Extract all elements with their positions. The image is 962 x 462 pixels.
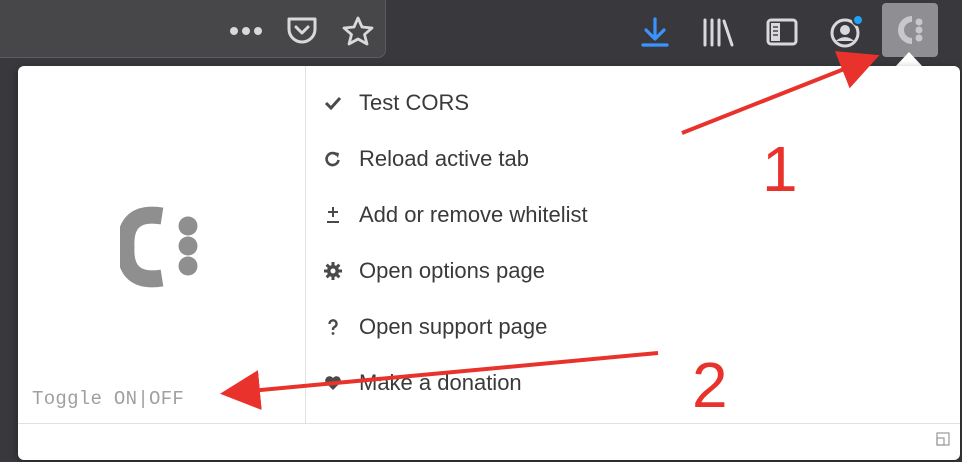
plus-minus-icon [324, 206, 342, 224]
toggle-on-off-label[interactable]: Toggle ON|OFF [32, 388, 184, 410]
popup-footer [18, 423, 960, 461]
menu-item-open-options-page[interactable]: Open options page [306, 251, 545, 291]
page-actions-icon[interactable] [228, 16, 264, 46]
question-icon [324, 319, 342, 335]
menu-item-label: Open options page [359, 258, 545, 283]
cors-logo-icon [117, 206, 198, 288]
menu-item-label: Test CORS [359, 90, 470, 115]
annotation-number-1: 1 [762, 133, 798, 205]
bookmark-star-icon[interactable] [338, 12, 378, 50]
sidebar-icon[interactable] [762, 12, 802, 52]
heart-icon [324, 375, 342, 391]
account-icon[interactable] [826, 12, 866, 52]
pocket-icon[interactable] [282, 13, 322, 49]
reload-icon [324, 151, 342, 167]
notification-badge [852, 14, 864, 26]
menu-item-open-support-page[interactable]: Open support page [306, 307, 547, 347]
menu-item-make-donation[interactable]: Make a donation [306, 363, 522, 403]
cors-extension-icon [898, 16, 923, 44]
extension-popup: Toggle ON|OFF Test CORS Reload active ta… [18, 66, 960, 460]
annotation-number-2: 2 [692, 349, 728, 421]
menu-item-label: Reload active tab [359, 146, 529, 171]
gear-icon [324, 262, 342, 280]
downloads-icon[interactable] [635, 12, 675, 52]
check-icon [324, 96, 342, 110]
cors-logo-toggle[interactable] [117, 204, 206, 295]
menu-item-label: Open support page [359, 314, 548, 339]
cors-extension-button[interactable] [882, 3, 938, 57]
menu-item-label: Add or remove whitelist [359, 202, 588, 227]
menu-item-reload-active-tab[interactable]: Reload active tab [306, 139, 529, 179]
popup-arrow [895, 52, 923, 67]
menu-item-add-remove-whitelist[interactable]: Add or remove whitelist [306, 195, 588, 235]
resize-icon[interactable] [936, 432, 950, 451]
popup-left-pane: Toggle ON|OFF [18, 66, 306, 423]
url-bar[interactable] [0, 0, 386, 58]
menu-item-label: Make a donation [359, 370, 522, 395]
menu-item-test-cors[interactable]: Test CORS [306, 83, 469, 123]
library-icon[interactable] [698, 12, 738, 52]
